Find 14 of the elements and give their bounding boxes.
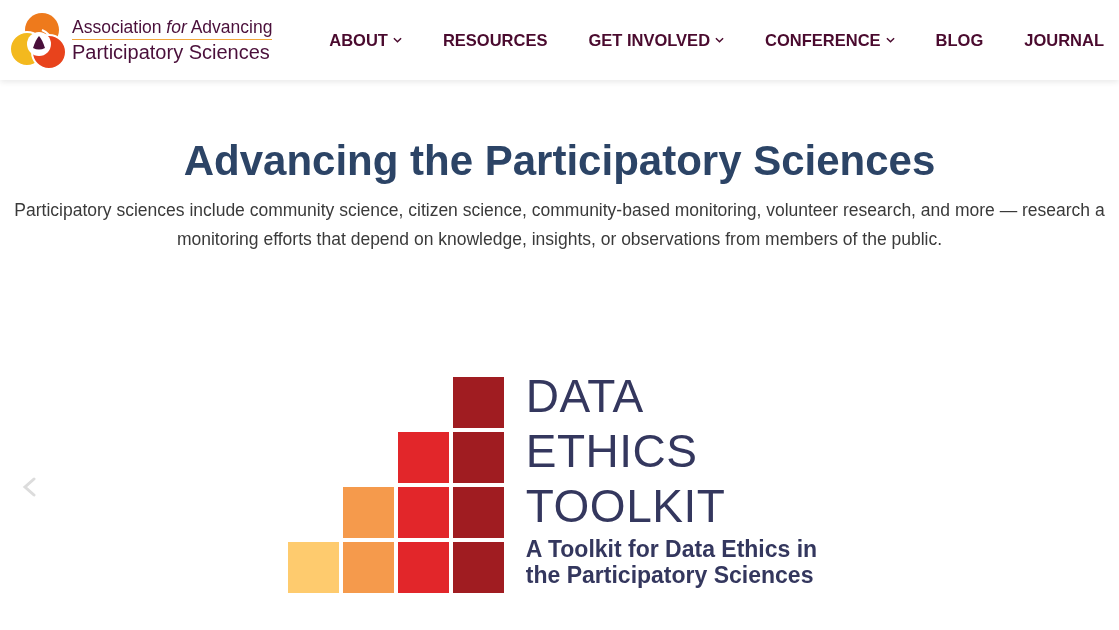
toolkit-title: DATA ETHICS TOOLKIT	[525, 369, 726, 534]
logo-rings-icon[interactable]	[8, 11, 68, 71]
nav-menu-item[interactable]: GET INVOLVED	[588, 30, 725, 50]
nav-menu-item[interactable]: ABOUT	[329, 30, 402, 50]
organization-name[interactable]: Association for Advancing	[72, 16, 273, 40]
intro-paragraph: Participatory sciences include community science, citizen science, community-based monitoring, volunteer research, and more — research a monitoring efforts that depend on knowledge, insights, or observations from members of the public.	[13, 199, 1106, 251]
chevron-left-icon	[22, 477, 36, 497]
nav-menu-item[interactable]: RESOURCES	[442, 30, 548, 50]
nav-menu-item[interactable]: BLOG	[935, 30, 984, 50]
organization-name[interactable]: Participatory Sciences	[72, 39, 273, 64]
page-heading: Advancing the Participatory Sciences	[182, 136, 937, 186]
nav-menu-item[interactable]: JOURNAL	[1024, 30, 1104, 50]
nav-menu-item[interactable]: CONFERENCE	[765, 30, 895, 50]
toolkit-subtitle: A Toolkit for Data Ethics in the Participatory Sciences	[525, 536, 818, 588]
